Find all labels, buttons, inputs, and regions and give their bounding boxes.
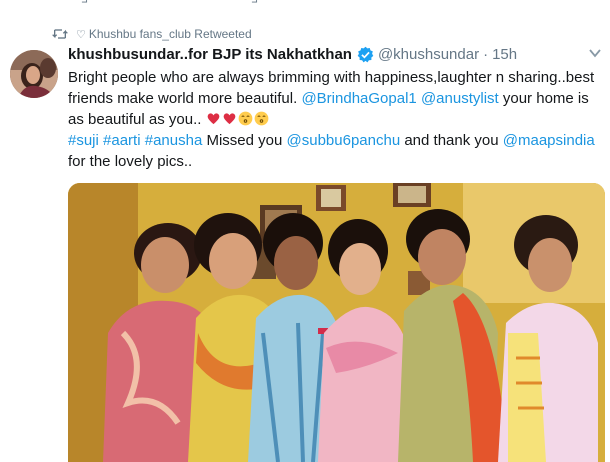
retweet-context[interactable]: ♡ Khushbu fans_club Retweeted — [52, 26, 252, 42]
tweet-photo[interactable] — [68, 183, 605, 462]
hashtag-anusha[interactable]: #anusha — [145, 132, 203, 149]
heart-outline-icon: ♡ — [76, 28, 86, 41]
hashtag-aarti[interactable]: #aarti — [103, 132, 141, 149]
retweet-context-text[interactable]: Khushbu fans_club Retweeted — [89, 27, 252, 41]
kissing-face-emoji — [254, 111, 268, 126]
avatar[interactable] — [10, 50, 58, 98]
red-heart-emoji — [223, 113, 235, 125]
hashtag-suji[interactable]: #suji — [68, 132, 99, 149]
mention-maapsindia[interactable]: @maapsindia — [503, 132, 595, 149]
tweet-header: khushbusundar..for BJP its Nakhatkhan @k… — [68, 44, 517, 64]
tweet-text-ending: for the lovely pics.. — [68, 153, 193, 170]
header-separator: · — [483, 45, 489, 63]
mention-subbu6panchu[interactable]: @subbu6panchu — [287, 132, 401, 149]
previous-tweet-actions-fragment: ┘ ┘ — [82, 0, 262, 9]
retweet-icon — [52, 29, 68, 39]
group-photo — [68, 183, 605, 462]
tweet-text-thank: and thank you — [404, 132, 499, 149]
display-name[interactable]: khushbusundar..for BJP its Nakhatkhan — [68, 46, 352, 63]
tweet-text-missed: Missed you — [206, 132, 283, 149]
chevron-down-icon[interactable] — [588, 46, 602, 60]
timestamp[interactable]: 15h — [492, 46, 517, 63]
red-heart-emoji — [207, 113, 219, 125]
user-handle[interactable]: @khushsundar — [378, 46, 479, 63]
mention-anustylist[interactable]: @anustylist — [421, 90, 499, 107]
verified-badge-icon — [357, 46, 374, 62]
kissing-face-emoji — [238, 111, 252, 126]
avatar-image — [10, 50, 58, 98]
tweet-text: Bright people who are always brimming wi… — [68, 67, 604, 172]
mention-brindhagopal1[interactable]: @BrindhaGopal1 — [301, 90, 416, 107]
